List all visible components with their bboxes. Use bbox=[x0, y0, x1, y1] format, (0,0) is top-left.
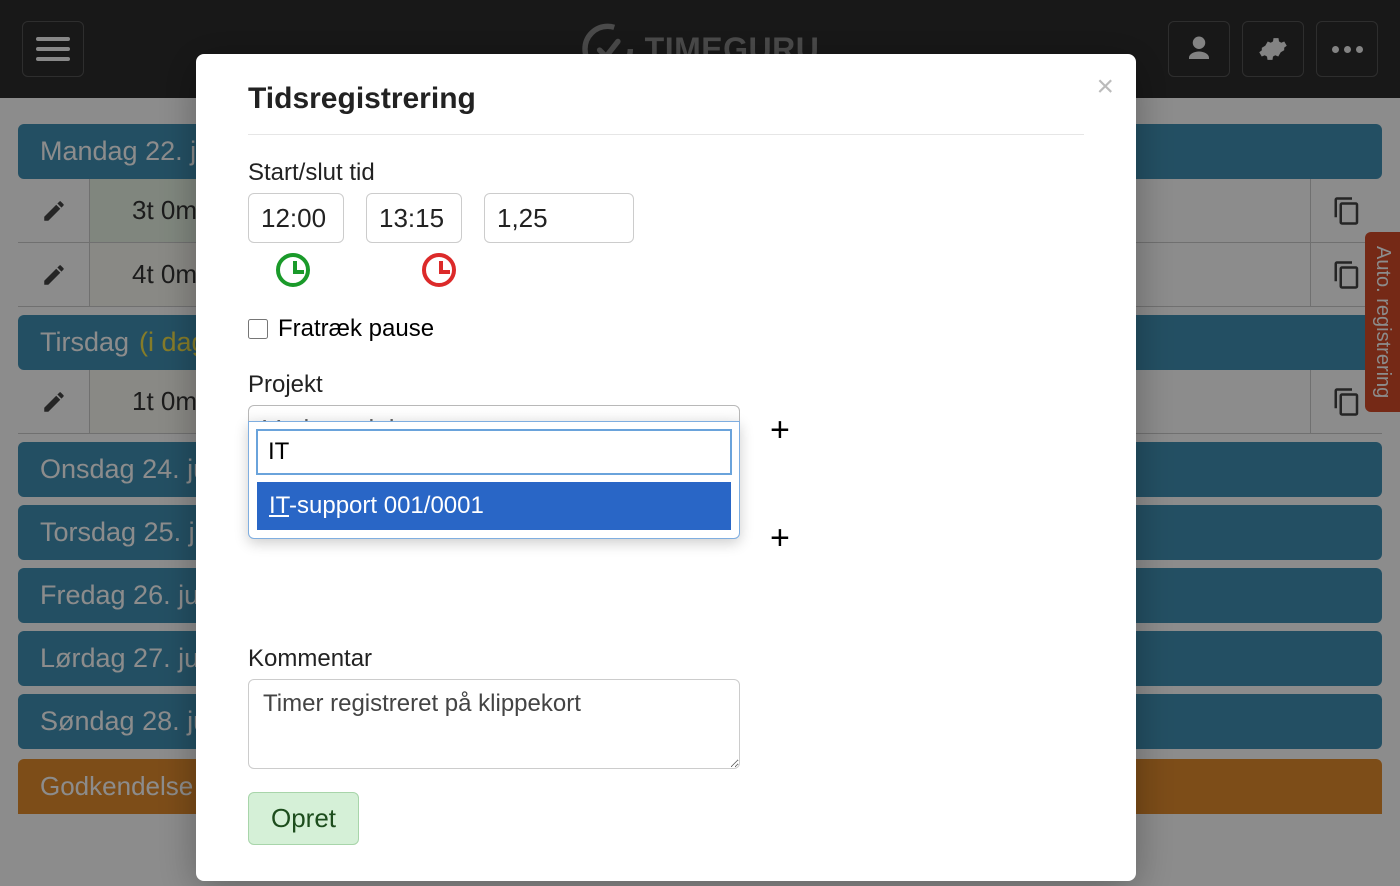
duration-input[interactable] bbox=[484, 193, 634, 243]
add-project-button[interactable]: + bbox=[770, 411, 790, 450]
comment-field: Kommentar bbox=[248, 645, 1084, 774]
clock-start-icon[interactable] bbox=[276, 253, 310, 287]
end-time-input[interactable] bbox=[366, 193, 462, 243]
project-search-input[interactable] bbox=[257, 430, 731, 474]
comment-label: Kommentar bbox=[248, 645, 1084, 673]
clock-end-icon[interactable] bbox=[422, 253, 456, 287]
project-dropdown: IT-support 001/0001 bbox=[248, 421, 740, 539]
comment-input[interactable] bbox=[248, 679, 740, 769]
create-button[interactable]: Opret bbox=[248, 792, 359, 845]
close-button[interactable]: × bbox=[1096, 72, 1114, 102]
project-option[interactable]: IT-support 001/0001 bbox=[257, 482, 731, 530]
project-field: Projekt Vælg projekt + IT-support 001/00… bbox=[248, 371, 1084, 455]
project-label: Projekt bbox=[248, 371, 1084, 399]
subtract-pause-row[interactable]: Fratræk pause bbox=[248, 315, 1084, 343]
modal-title: Tidsregistrering bbox=[248, 82, 1084, 116]
subtract-pause-checkbox[interactable] bbox=[248, 319, 268, 339]
time-label: Start/slut tid bbox=[248, 159, 1084, 187]
add-secondary-button[interactable]: + bbox=[770, 519, 790, 558]
subtract-pause-label: Fratræk pause bbox=[278, 315, 434, 343]
start-time-input[interactable] bbox=[248, 193, 344, 243]
time-registration-modal: × Tidsregistrering Start/slut tid Fratræ… bbox=[196, 54, 1136, 881]
